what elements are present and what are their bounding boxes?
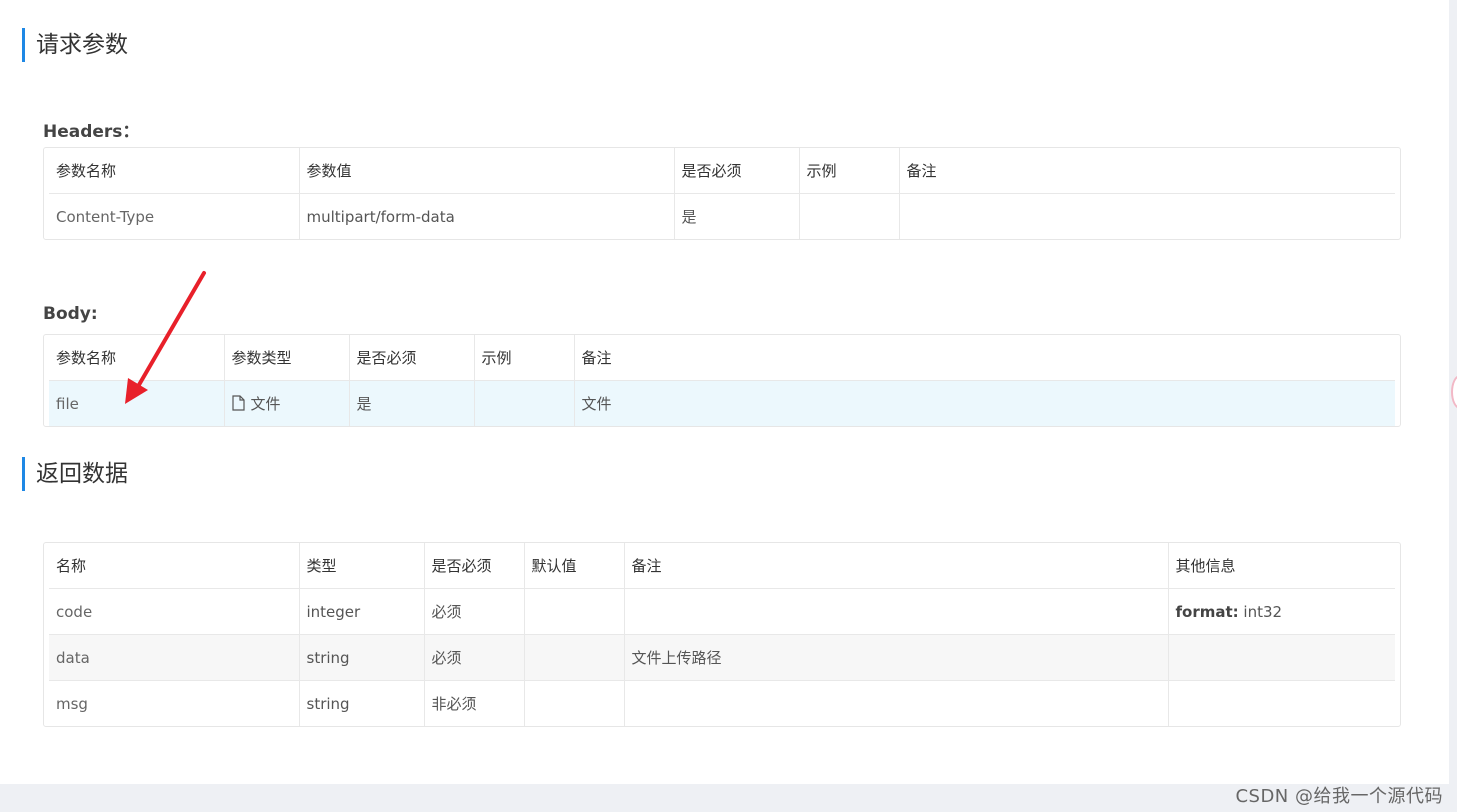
param-example	[474, 380, 575, 426]
col-required: 是否必须	[674, 148, 800, 194]
field-type: string	[299, 634, 425, 681]
field-type: integer	[299, 588, 425, 635]
field-type: string	[299, 680, 425, 726]
api-doc-page: 请求参数 Headers： 参数名称 参数值 是否必须 示例 备注 Conten…	[0, 0, 1449, 784]
response-table: 名称 类型 是否必须 默认值 备注 其他信息 code integer 必须 f…	[43, 542, 1401, 727]
col-note: 备注	[574, 335, 1395, 381]
field-required: 非必须	[424, 680, 525, 726]
param-value: multipart/form-data	[299, 193, 675, 239]
field-required: 必须	[424, 588, 525, 635]
field-note	[624, 680, 1169, 726]
field-extra: format: int32	[1168, 589, 1395, 635]
col-param-value: 参数值	[299, 148, 675, 194]
body-label: Body:	[43, 304, 98, 324]
param-note: 文件	[574, 380, 1395, 426]
file-icon	[231, 394, 245, 415]
table-row: msg string 非必须	[49, 680, 1395, 726]
col-extra: 其他信息	[1168, 543, 1395, 589]
field-name: msg	[49, 680, 300, 726]
table-row: Content-Type multipart/form-data 是	[49, 193, 1395, 240]
col-type: 类型	[299, 543, 425, 589]
col-name: 名称	[49, 543, 300, 589]
param-type-label: 文件	[250, 394, 281, 413]
field-name: code	[49, 588, 300, 635]
field-default	[524, 680, 625, 726]
response-table-header: 名称 类型 是否必须 默认值 备注 其他信息	[49, 543, 1395, 589]
body-table: 参数名称 参数类型 是否必须 示例 备注 file 文件 是 文件	[43, 334, 1401, 427]
field-default	[524, 634, 625, 681]
param-required: 是	[349, 380, 475, 426]
col-default: 默认值	[524, 543, 625, 589]
param-example	[799, 193, 900, 239]
col-example: 示例	[799, 148, 900, 194]
table-row: data string 必须 文件上传路径	[49, 634, 1395, 681]
body-table-header: 参数名称 参数类型 是否必须 示例 备注	[49, 335, 1395, 381]
field-extra	[1168, 634, 1395, 681]
col-param-name: 参数名称	[49, 335, 225, 381]
headers-table-header: 参数名称 参数值 是否必须 示例 备注	[49, 148, 1395, 194]
col-required: 是否必须	[424, 543, 525, 589]
field-default	[524, 588, 625, 635]
format-value: int32	[1238, 602, 1283, 621]
response-data-heading: 返回数据	[22, 457, 128, 491]
request-params-heading: 请求参数	[22, 28, 128, 62]
col-note: 备注	[899, 148, 1395, 194]
col-param-type: 参数类型	[224, 335, 350, 381]
param-name: file	[49, 380, 225, 426]
watermark: CSDN @给我一个源代码	[1235, 786, 1443, 807]
field-note	[624, 588, 1169, 635]
param-type: 文件	[224, 380, 350, 426]
field-extra	[1168, 680, 1395, 726]
field-note: 文件上传路径	[624, 634, 1169, 681]
col-param-name: 参数名称	[49, 148, 300, 194]
table-row: code integer 必须 format: int32	[49, 588, 1395, 635]
param-note	[899, 194, 1395, 240]
param-required: 是	[674, 193, 800, 239]
field-required: 必须	[424, 634, 525, 681]
col-note: 备注	[624, 543, 1169, 589]
field-name: data	[49, 634, 300, 681]
col-example: 示例	[474, 335, 575, 381]
table-row: file 文件 是 文件	[49, 380, 1395, 426]
col-required: 是否必须	[349, 335, 475, 381]
headers-table: 参数名称 参数值 是否必须 示例 备注 Content-Type multipa…	[43, 147, 1401, 240]
param-name: Content-Type	[49, 193, 300, 239]
format-key: format:	[1175, 602, 1239, 621]
headers-label: Headers：	[43, 122, 140, 142]
